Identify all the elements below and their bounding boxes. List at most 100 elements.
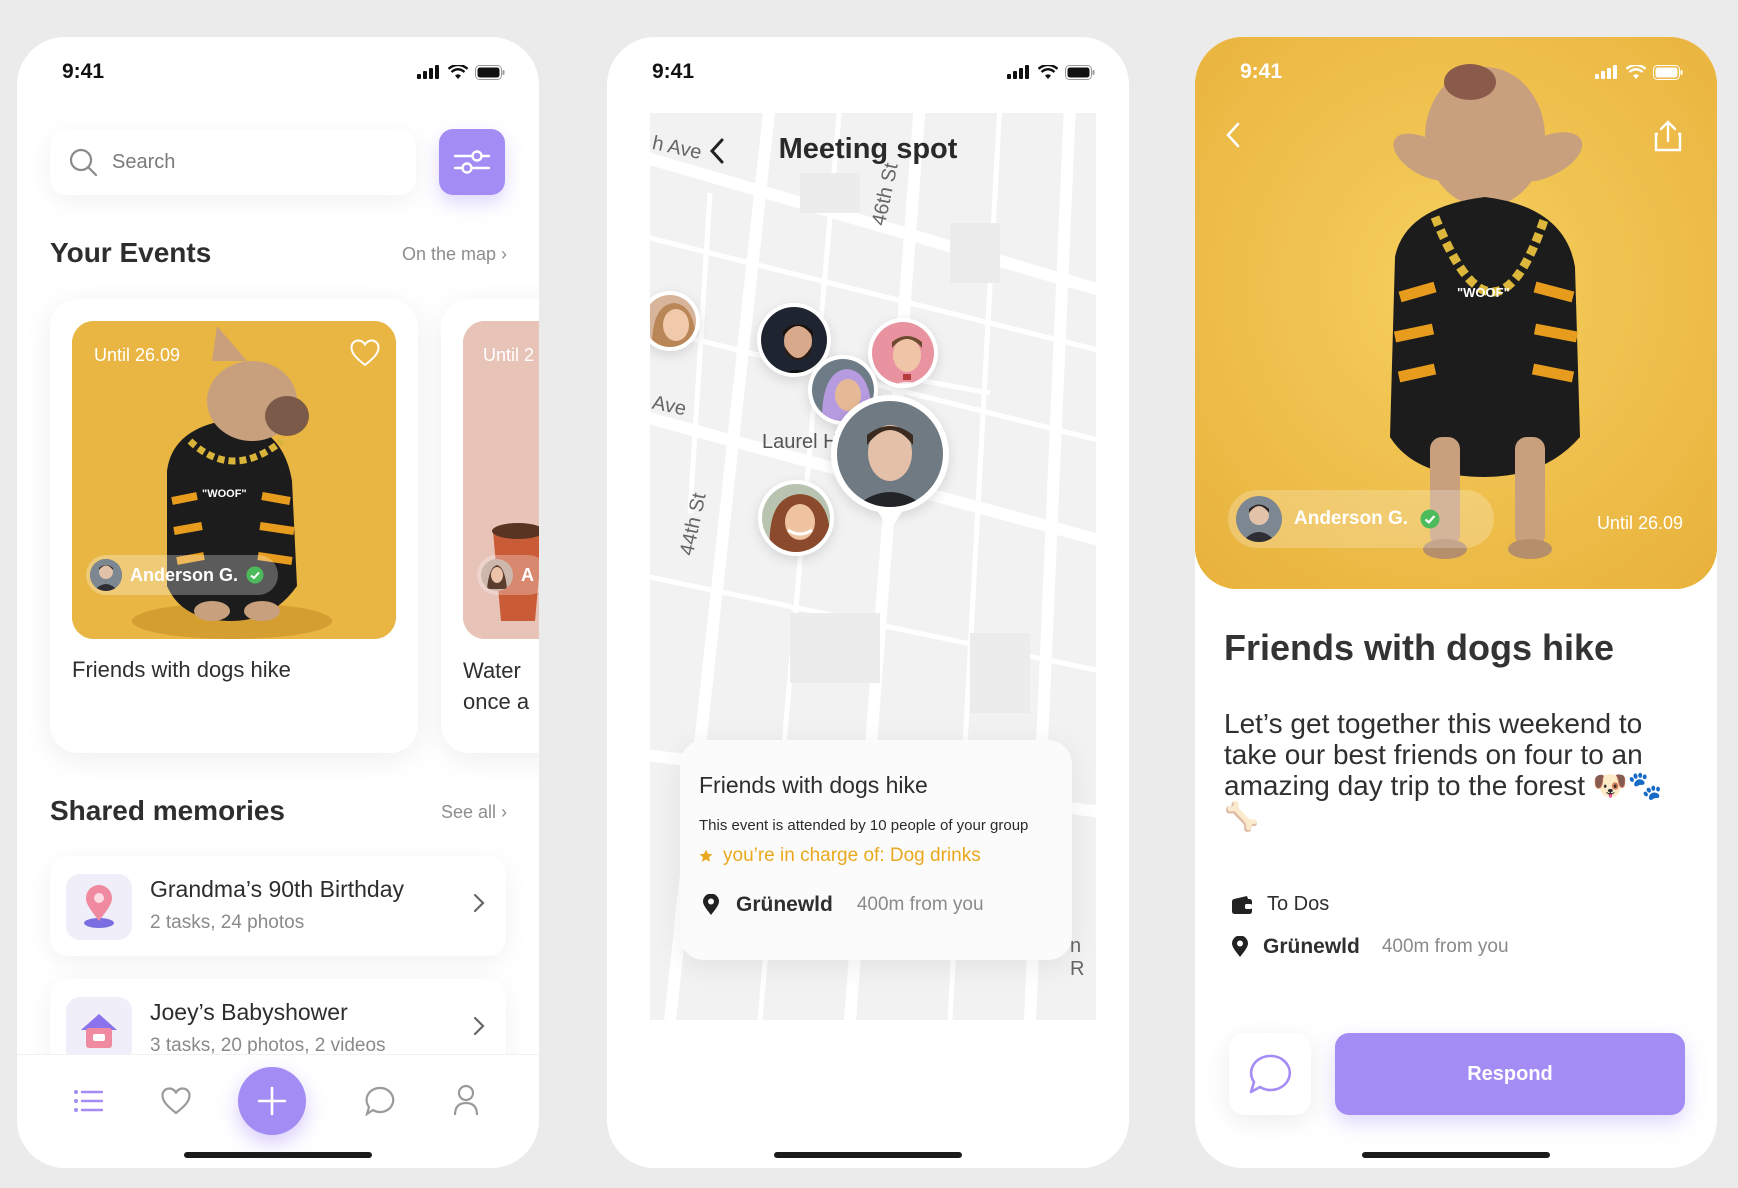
event-until-date: Until 2	[483, 345, 535, 365]
event-title: Water once a	[463, 655, 529, 717]
event-title: Friends with dogs hike	[699, 772, 928, 798]
event-title-line: once a	[463, 689, 530, 714]
signal-icon	[417, 65, 439, 79]
person-pin[interactable]	[868, 318, 938, 388]
author-chip[interactable]: A	[477, 555, 539, 595]
event-image: "WOOF" Until 26.09 Anderson G.	[72, 321, 396, 639]
person-pin[interactable]	[758, 480, 834, 556]
location-pin-icon	[1232, 936, 1248, 957]
chevron-right-icon	[473, 1016, 485, 1036]
map-screen: 9:41 h Ave 46th St Ave Laurel Hi 44th St…	[607, 37, 1129, 1168]
svg-text:"WOOF": "WOOF"	[1457, 285, 1510, 300]
page-title: Meeting spot	[778, 133, 958, 165]
status-icons	[417, 64, 505, 80]
plus-icon	[257, 1086, 287, 1116]
location-pin-icon	[703, 894, 719, 915]
list-icon[interactable]	[73, 1089, 103, 1113]
event-card[interactable]: "WOOF" Until 26.09 Anderson G. Friends w…	[50, 299, 418, 753]
charge-text: you’re in charge of: Dog drinks	[723, 845, 981, 866]
status-time: 9:41	[652, 60, 695, 83]
home-indicator	[184, 1152, 372, 1158]
on-the-map-link[interactable]: On the map ›	[402, 244, 507, 265]
memory-title: Grandma’s 90th Birthday	[150, 876, 404, 902]
add-event-button[interactable]	[238, 1067, 306, 1135]
author-name: Anderson G.	[130, 564, 239, 585]
signal-icon	[1595, 65, 1617, 79]
search-icon	[69, 148, 98, 177]
chat-button[interactable]	[1229, 1033, 1311, 1115]
status-icons	[1007, 64, 1095, 80]
search-input[interactable]	[112, 150, 372, 174]
memory-subtitle: 2 tasks, 24 photos	[150, 912, 305, 933]
todos-row[interactable]: To Dos	[1231, 893, 1329, 916]
event-title: Friends with dogs hike	[1224, 627, 1615, 668]
status-bar: 9:41	[17, 55, 539, 89]
location-distance: 400m from you	[856, 894, 984, 915]
selected-person-pin[interactable]	[831, 395, 949, 513]
status-bar: 9:41	[1195, 55, 1717, 89]
search-bar[interactable]	[50, 129, 416, 195]
avatar	[90, 559, 122, 591]
author-chip[interactable]: Anderson G.	[1228, 490, 1495, 548]
filter-button[interactable]	[439, 129, 505, 195]
event-title-line: Water	[463, 658, 521, 683]
location-row: Grünewld 400m from you	[1231, 935, 1509, 959]
battery-icon	[1065, 64, 1095, 80]
wifi-icon	[448, 64, 468, 79]
svg-text:"WOOF": "WOOF"	[202, 488, 247, 500]
status-time: 9:41	[1240, 60, 1283, 83]
event-image: Until 2 A	[463, 321, 539, 639]
verified-icon	[246, 566, 264, 584]
location-distance: 400m from you	[1381, 936, 1509, 957]
favorite-heart-icon[interactable]	[350, 339, 380, 372]
shared-memories-title: Shared memories	[50, 795, 285, 826]
avatar	[481, 559, 513, 591]
street-label: n R	[1070, 935, 1085, 980]
author-chip[interactable]: Anderson G.	[86, 555, 279, 595]
sliders-icon	[453, 150, 491, 174]
event-detail-screen: "WOOF" 9:41 Anderson G. Until 26.09 Frie…	[1195, 37, 1717, 1168]
event-attendance: This event is attended by 10 people of y…	[699, 817, 1029, 834]
profile-icon[interactable]	[453, 1084, 479, 1116]
battery-icon	[475, 64, 505, 80]
events-screen: 9:41 Your Events On the map › "WOOF"	[17, 37, 539, 1168]
battery-icon	[1653, 64, 1683, 80]
charge-note: you’re in charge of: Dog drinks	[699, 845, 981, 867]
event-description: Let’s get together this weekend to take …	[1224, 708, 1663, 832]
wifi-icon	[1626, 64, 1646, 79]
event-card[interactable]: Until 2 A Water once a	[441, 299, 539, 753]
heart-icon[interactable]	[161, 1087, 191, 1115]
see-all-link[interactable]: See all ›	[441, 802, 507, 823]
status-icons	[1595, 64, 1683, 80]
back-chevron-icon[interactable]	[1225, 121, 1241, 149]
status-bar: 9:41	[607, 55, 1129, 89]
respond-button[interactable]: Respond	[1335, 1033, 1685, 1115]
event-until-date: Until 26.09	[1596, 513, 1683, 533]
your-events-title: Your Events	[50, 237, 212, 268]
memory-title: Joey’s Babyshower	[150, 999, 348, 1025]
location-name: Grünewld	[736, 893, 833, 916]
event-hero-image: "WOOF" 9:41 Anderson G. Until 26.09	[1195, 37, 1717, 589]
chevron-right-icon	[473, 893, 485, 913]
home-indicator	[774, 1152, 962, 1158]
status-time: 9:41	[62, 60, 105, 83]
wifi-icon	[1038, 64, 1058, 79]
avatar	[1236, 496, 1282, 542]
pin-pointer-icon	[875, 507, 905, 531]
chat-icon[interactable]	[365, 1086, 395, 1116]
home-indicator	[1362, 1152, 1550, 1158]
location-row: Grünewld 400m from you	[702, 893, 984, 917]
area-label: Laurel Hi	[762, 431, 843, 453]
verified-icon	[1420, 509, 1440, 529]
author-name: A	[521, 564, 534, 585]
event-title: Friends with dogs hike	[72, 657, 291, 682]
chat-icon	[1249, 1054, 1291, 1094]
star-icon	[699, 849, 713, 862]
event-info-card[interactable]: Friends with dogs hike This event is att…	[680, 740, 1072, 960]
author-name: Anderson G.	[1294, 508, 1409, 529]
wallet-icon	[1232, 895, 1252, 914]
todos-label: To Dos	[1267, 893, 1330, 915]
tab-bar	[17, 1054, 539, 1168]
memory-item[interactable]: Grandma’s 90th Birthday 2 tasks, 24 phot…	[50, 856, 506, 956]
share-icon[interactable]	[1653, 119, 1683, 153]
